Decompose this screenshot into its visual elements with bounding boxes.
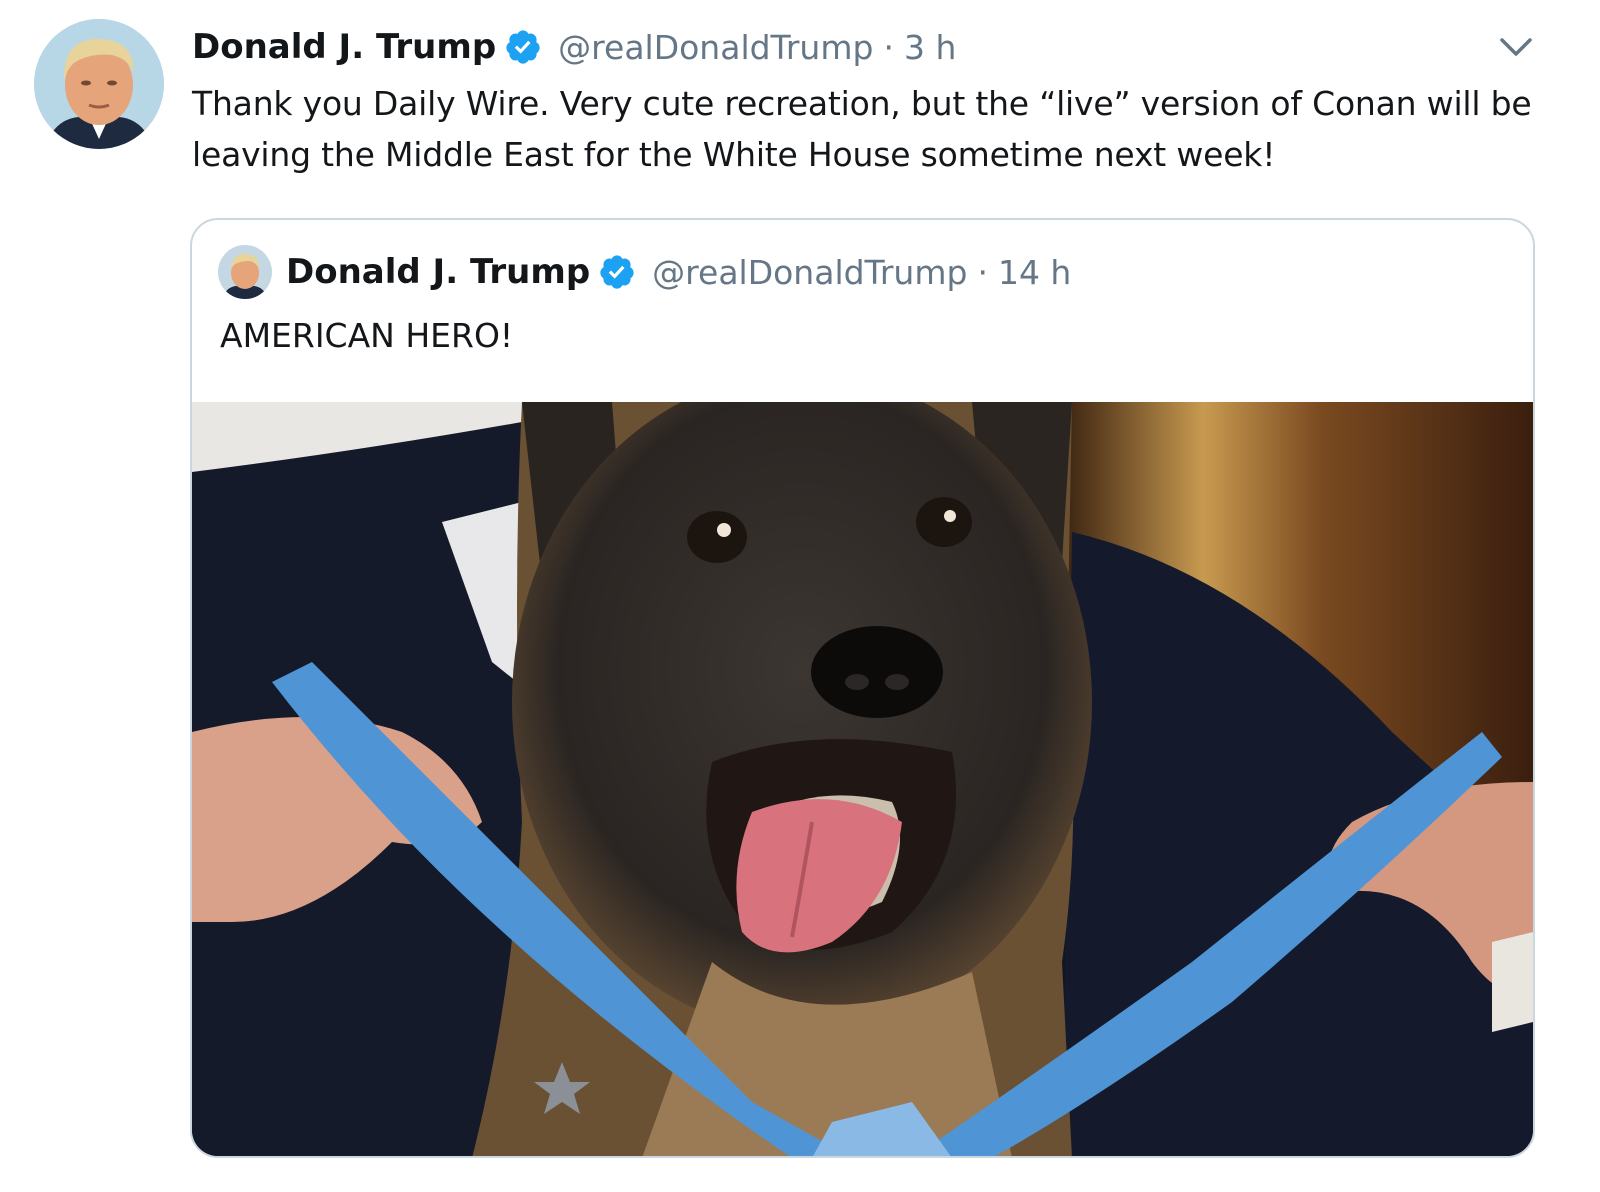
quoted-tweet-photo[interactable] bbox=[192, 402, 1533, 1156]
author-avatar-image bbox=[34, 19, 164, 149]
tweet-timestamp[interactable]: 3 h bbox=[904, 28, 956, 67]
author-name[interactable]: Donald J. Trump bbox=[192, 27, 496, 67]
tweet-text: Thank you Daily Wire. Very cute recreati… bbox=[192, 84, 1532, 174]
quoted-author-avatar bbox=[218, 245, 272, 299]
verified-badge-icon bbox=[504, 28, 542, 66]
quoted-author-name[interactable]: Donald J. Trump bbox=[286, 252, 590, 292]
author-handle[interactable]: @realDonaldTrump bbox=[558, 28, 873, 67]
quoted-tweet-timestamp[interactable]: 14 h bbox=[998, 253, 1071, 292]
quoted-tweet-text: AMERICAN HERO! bbox=[220, 316, 514, 355]
dog-medal-photo bbox=[192, 402, 1533, 1156]
chevron-down-icon[interactable] bbox=[1494, 30, 1538, 64]
verified-badge-icon bbox=[598, 253, 636, 291]
quoted-tweet-header: Donald J. Trump @realDonaldTrump · 14 h bbox=[218, 244, 1071, 300]
author-avatar[interactable] bbox=[34, 19, 164, 149]
separator-dot: · bbox=[883, 27, 894, 67]
quoted-tweet-card[interactable]: Donald J. Trump @realDonaldTrump · 14 h … bbox=[190, 218, 1535, 1158]
tweet: Donald J. Trump @realDonaldTrump · 3 h T… bbox=[0, 0, 1600, 1192]
separator-dot: · bbox=[977, 252, 988, 292]
quoted-author-handle[interactable]: @realDonaldTrump bbox=[652, 253, 967, 292]
tweet-header: Donald J. Trump @realDonaldTrump · 3 h bbox=[192, 22, 956, 72]
